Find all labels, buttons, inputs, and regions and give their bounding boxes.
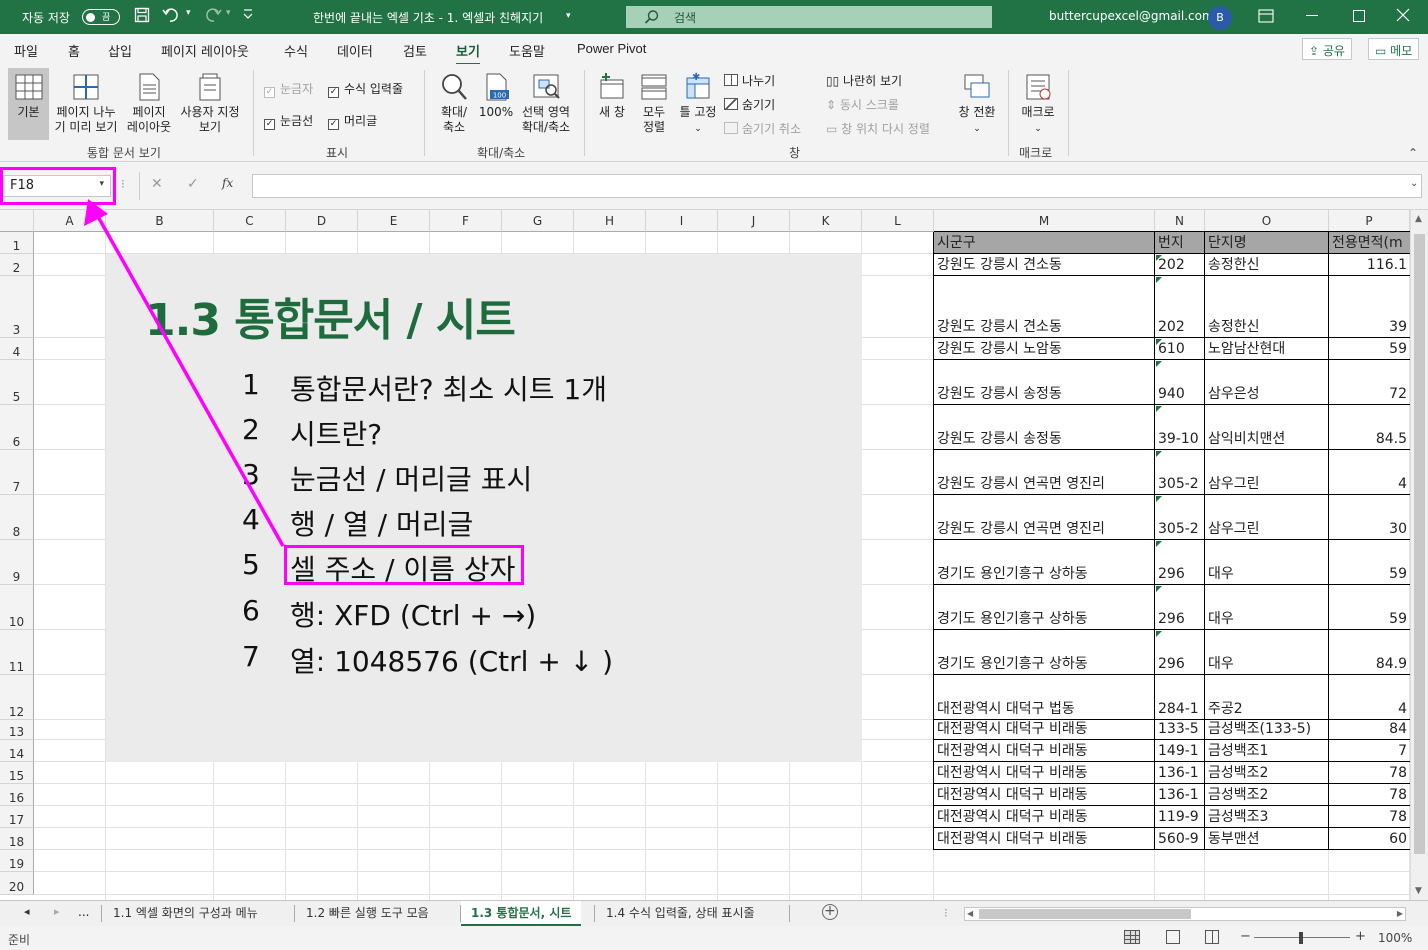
status-ready: 준비 bbox=[8, 933, 31, 947]
page-layout-status-icon[interactable] bbox=[1166, 930, 1180, 944]
hscroll-right-icon[interactable]: ▶ bbox=[1397, 909, 1403, 918]
zoom-level[interactable]: 100% bbox=[1378, 931, 1412, 945]
scroll-down-icon[interactable]: ▼ bbox=[1415, 886, 1422, 896]
sheet-tab-1-2[interactable]: 1.2 빠른 실행 도구 모음 bbox=[296, 901, 439, 926]
excel-window: 자동 저장 끔 ▾ ▾ 한번에 끝내는 엑셀 기초 - 1. 엑셀과 친해지기 … bbox=[0, 0, 1428, 950]
more-sheets-button[interactable]: ... bbox=[78, 905, 89, 919]
zoom-out-icon[interactable]: − bbox=[1240, 929, 1251, 944]
status-bar: 준비 − + 100% bbox=[0, 926, 1428, 950]
hscroll-left-icon[interactable]: ◀ bbox=[967, 909, 973, 918]
sheet-tab-1-3[interactable]: 1.3 통합문서, 시트 bbox=[461, 901, 582, 926]
scroll-thumb[interactable] bbox=[1414, 234, 1425, 854]
sheet-tab-1-4[interactable]: 1.4 수식 입력줄, 상태 표시줄 bbox=[596, 901, 765, 926]
page-break-status-icon[interactable] bbox=[1205, 930, 1219, 944]
sheet-tab-1-1[interactable]: 1.1 엑셀 화면의 구성과 메뉴 bbox=[103, 901, 268, 926]
zoom-slider-thumb[interactable] bbox=[1299, 932, 1303, 944]
sheet-tabs-bar: ◂ ▸ ... 1.1 엑셀 화면의 구성과 메뉴 1.2 빠른 실행 도구 모… bbox=[0, 900, 1428, 926]
tab-split-handle[interactable]: ⁝ bbox=[944, 906, 948, 920]
scroll-up-icon[interactable]: ▲ bbox=[1415, 214, 1422, 224]
normal-view-status-icon[interactable] bbox=[1124, 930, 1140, 944]
horizontal-scrollbar[interactable]: ◀ ▶ bbox=[964, 907, 1406, 921]
zoom-in-icon[interactable]: + bbox=[1355, 929, 1366, 944]
tab-scroll-right-icon[interactable]: ▸ bbox=[54, 905, 60, 918]
vertical-scrollbar[interactable]: ▲ ▼ bbox=[1410, 210, 1428, 900]
pink-arrow bbox=[84, 199, 285, 547]
new-sheet-icon[interactable]: + bbox=[822, 904, 838, 920]
tab-scroll-left-icon[interactable]: ◂ bbox=[24, 905, 30, 918]
hscroll-thumb[interactable] bbox=[979, 909, 1191, 919]
